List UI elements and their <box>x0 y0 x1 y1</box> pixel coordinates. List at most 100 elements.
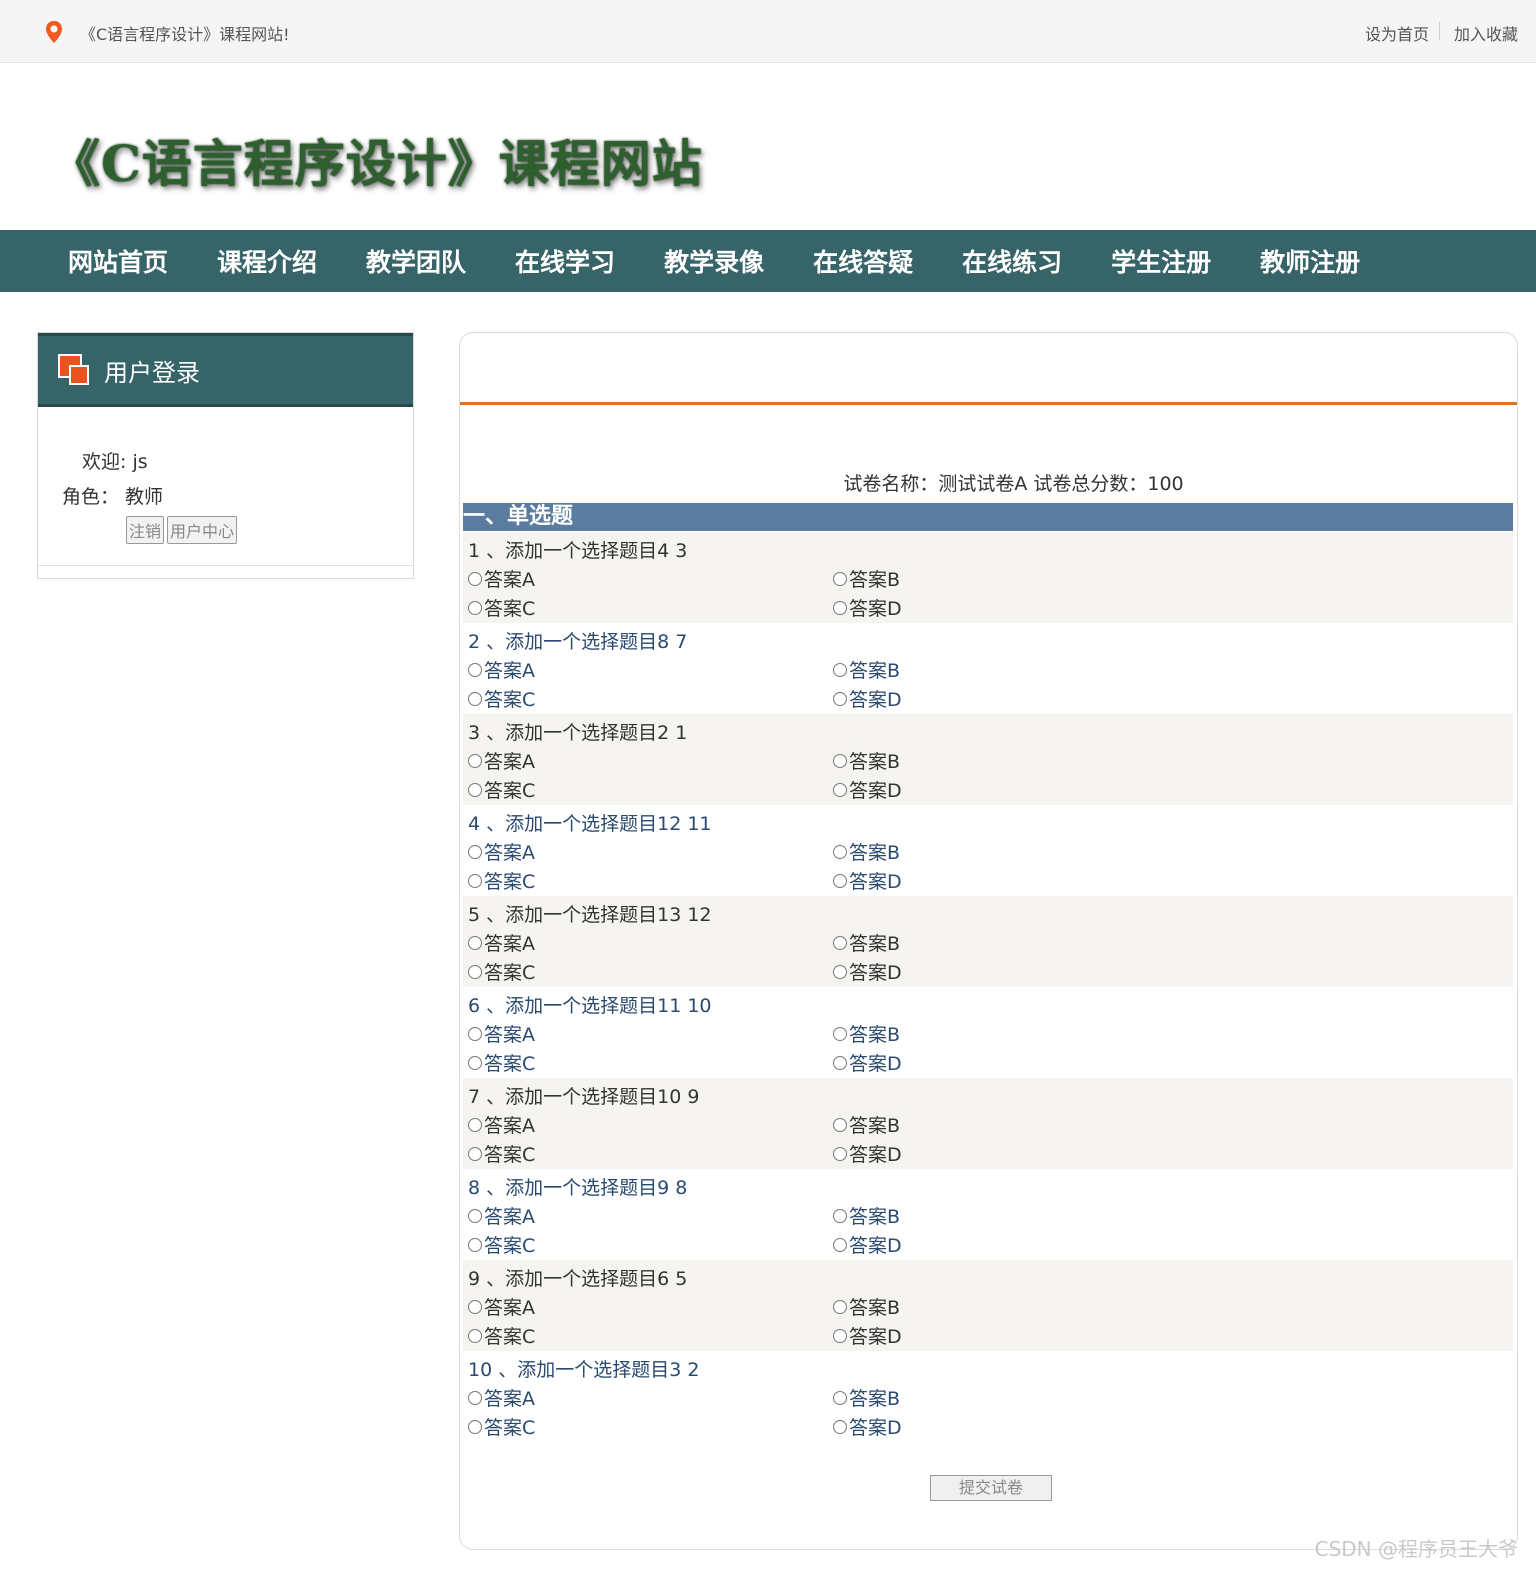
option-b[interactable]: 答案B <box>833 838 900 865</box>
option-b[interactable]: 答案B <box>833 929 900 956</box>
radio-icon[interactable] <box>468 782 482 797</box>
option-c[interactable]: 答案C <box>468 958 535 985</box>
option-d[interactable]: 答案D <box>833 867 902 894</box>
option-d[interactable]: 答案D <box>833 1231 902 1258</box>
option-a[interactable]: 答案A <box>468 656 535 683</box>
option-c[interactable]: 答案C <box>468 1140 535 1167</box>
option-d[interactable]: 答案D <box>833 1322 902 1349</box>
option-b[interactable]: 答案B <box>833 656 900 683</box>
radio-icon[interactable] <box>833 1237 847 1252</box>
radio-icon[interactable] <box>833 873 847 888</box>
radio-icon[interactable] <box>833 1117 847 1132</box>
nav-item-online-study[interactable]: 在线学习 <box>515 243 615 279</box>
option-b[interactable]: 答案B <box>833 1384 900 1411</box>
radio-icon[interactable] <box>833 753 847 768</box>
radio-icon[interactable] <box>468 1208 482 1223</box>
login-panel-title: 用户登录 <box>104 358 200 387</box>
submit-exam-button[interactable]: 提交试卷 <box>930 1475 1052 1501</box>
radio-icon[interactable] <box>833 844 847 859</box>
question-title: 7 、添加一个选择题目10 9 <box>468 1086 700 1108</box>
option-b[interactable]: 答案B <box>833 1202 900 1229</box>
option-a[interactable]: 答案A <box>468 565 535 592</box>
radio-icon[interactable] <box>833 600 847 615</box>
radio-icon[interactable] <box>833 691 847 706</box>
radio-icon[interactable] <box>833 935 847 950</box>
nav-item-course-intro[interactable]: 课程介绍 <box>217 243 317 279</box>
option-a[interactable]: 答案A <box>468 1202 535 1229</box>
set-home-link[interactable]: 设为首页 <box>1365 21 1429 45</box>
nav-item-videos[interactable]: 教学录像 <box>664 243 764 279</box>
option-c[interactable]: 答案C <box>468 867 535 894</box>
logout-button[interactable]: 注销 <box>126 516 165 544</box>
radio-icon[interactable] <box>468 844 482 859</box>
option-d[interactable]: 答案D <box>833 958 902 985</box>
option-d[interactable]: 答案D <box>833 1140 902 1167</box>
radio-icon[interactable] <box>468 1299 482 1314</box>
option-d[interactable]: 答案D <box>833 685 902 712</box>
radio-icon[interactable] <box>468 1146 482 1161</box>
option-a[interactable]: 答案A <box>468 1384 535 1411</box>
option-c[interactable]: 答案C <box>468 1049 535 1076</box>
radio-icon[interactable] <box>468 571 482 586</box>
radio-icon[interactable] <box>833 571 847 586</box>
option-b[interactable]: 答案B <box>833 1111 900 1138</box>
radio-icon[interactable] <box>468 1237 482 1252</box>
radio-icon[interactable] <box>468 873 482 888</box>
option-d[interactable]: 答案D <box>833 776 902 803</box>
option-c[interactable]: 答案C <box>468 594 535 621</box>
radio-icon[interactable] <box>833 1328 847 1343</box>
user-center-button[interactable]: 用户中心 <box>167 516 238 544</box>
radio-icon[interactable] <box>833 1146 847 1161</box>
radio-icon[interactable] <box>833 662 847 677</box>
radio-icon[interactable] <box>833 1299 847 1314</box>
option-c[interactable]: 答案C <box>468 685 535 712</box>
option-a[interactable]: 答案A <box>468 747 535 774</box>
option-c[interactable]: 答案C <box>468 776 535 803</box>
radio-icon[interactable] <box>468 691 482 706</box>
nav-item-home[interactable]: 网站首页 <box>68 243 168 279</box>
option-b[interactable]: 答案B <box>833 1020 900 1047</box>
option-d[interactable]: 答案D <box>833 1049 902 1076</box>
option-d[interactable]: 答案D <box>833 594 902 621</box>
radio-icon[interactable] <box>468 662 482 677</box>
radio-icon[interactable] <box>833 1208 847 1223</box>
nav-item-teacher-register[interactable]: 教师注册 <box>1260 243 1360 279</box>
option-b[interactable]: 答案B <box>833 1293 900 1320</box>
radio-icon[interactable] <box>833 1055 847 1070</box>
radio-icon[interactable] <box>468 935 482 950</box>
radio-icon[interactable] <box>833 1419 847 1434</box>
option-c[interactable]: 答案C <box>468 1231 535 1258</box>
radio-icon[interactable] <box>468 1026 482 1041</box>
bookmark-link[interactable]: 加入收藏 <box>1454 21 1518 45</box>
radio-icon[interactable] <box>833 1390 847 1405</box>
radio-icon[interactable] <box>468 1419 482 1434</box>
radio-icon[interactable] <box>833 1026 847 1041</box>
option-a[interactable]: 答案A <box>468 1293 535 1320</box>
question-item: 7 、添加一个选择题目10 9 答案A 答案B 答案C 答案D <box>463 1078 1513 1169</box>
radio-icon[interactable] <box>468 1055 482 1070</box>
radio-icon[interactable] <box>468 1328 482 1343</box>
option-c[interactable]: 答案C <box>468 1322 535 1349</box>
radio-icon[interactable] <box>833 964 847 979</box>
nav-item-teaching-team[interactable]: 教学团队 <box>366 243 466 279</box>
option-a[interactable]: 答案A <box>468 929 535 956</box>
radio-icon[interactable] <box>468 964 482 979</box>
user-login-icon <box>58 354 90 386</box>
option-a[interactable]: 答案A <box>468 1020 535 1047</box>
radio-icon[interactable] <box>468 1117 482 1132</box>
radio-icon[interactable] <box>468 1390 482 1405</box>
nav-item-qa[interactable]: 在线答疑 <box>813 243 913 279</box>
option-c[interactable]: 答案C <box>468 1413 535 1440</box>
option-a[interactable]: 答案A <box>468 1111 535 1138</box>
radio-icon[interactable] <box>468 753 482 768</box>
question-title: 4 、添加一个选择题目12 11 <box>468 813 712 835</box>
option-b[interactable]: 答案B <box>833 565 900 592</box>
panel-footer-divider <box>38 565 413 566</box>
radio-icon[interactable] <box>468 600 482 615</box>
nav-item-student-register[interactable]: 学生注册 <box>1111 243 1211 279</box>
nav-item-practice[interactable]: 在线练习 <box>962 243 1062 279</box>
radio-icon[interactable] <box>833 782 847 797</box>
option-b[interactable]: 答案B <box>833 747 900 774</box>
option-d[interactable]: 答案D <box>833 1413 902 1440</box>
option-a[interactable]: 答案A <box>468 838 535 865</box>
